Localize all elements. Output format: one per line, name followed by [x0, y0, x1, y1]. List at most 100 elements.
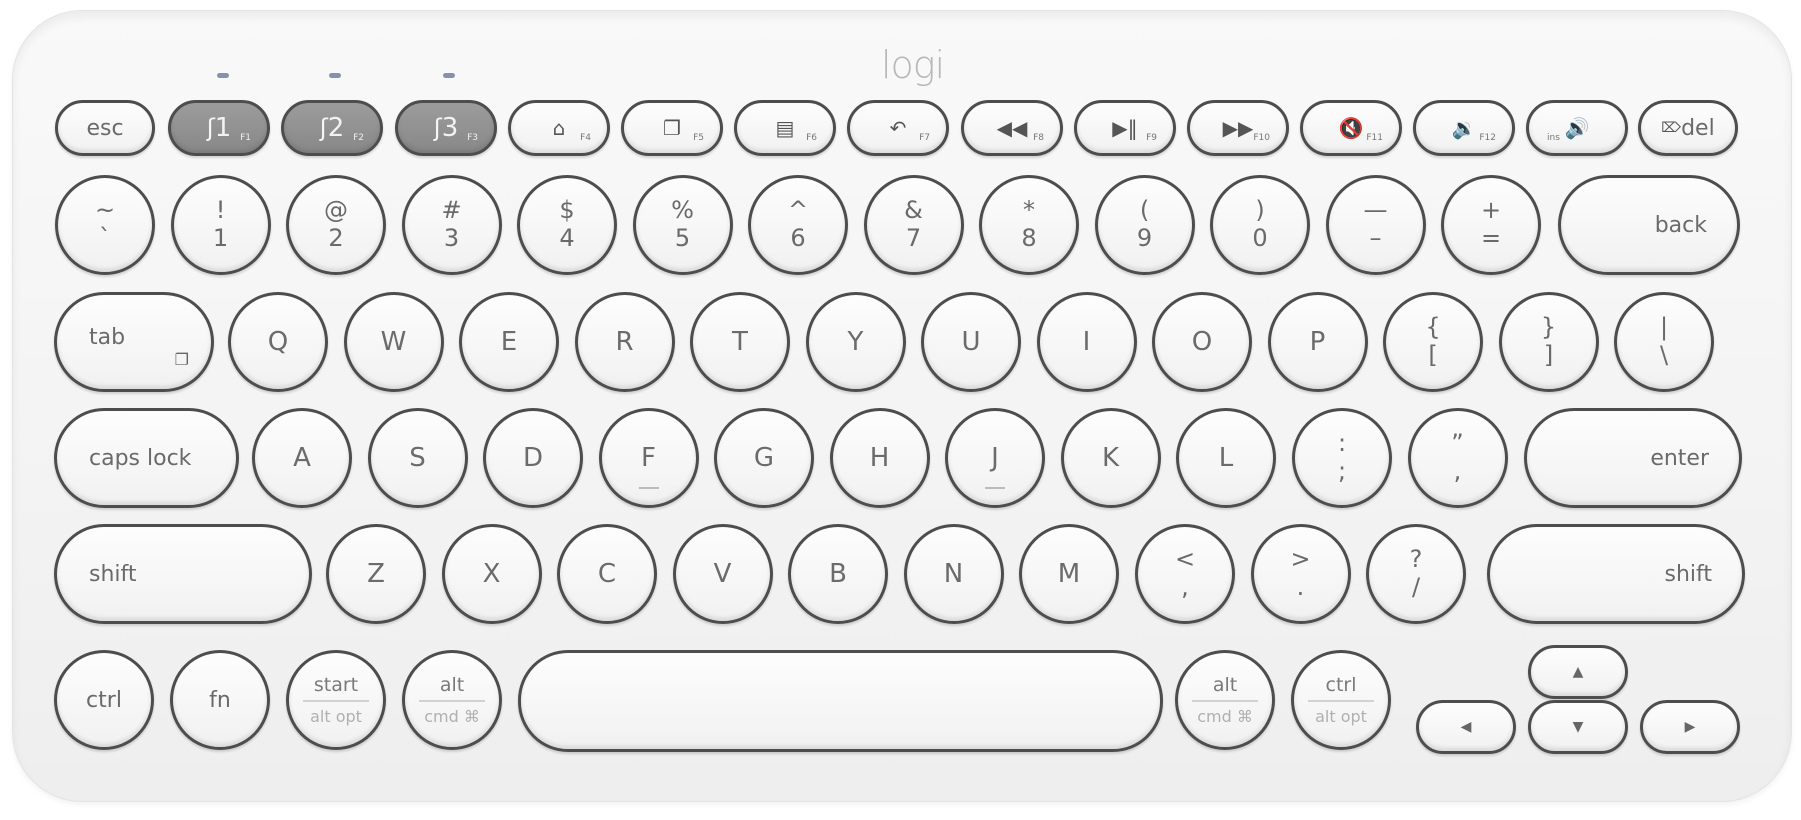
key-h[interactable]: H — [829, 408, 930, 508]
key-w[interactable]: W — [343, 292, 444, 392]
key-m[interactable]: M — [1019, 524, 1119, 624]
key-bottom-char: ] — [1543, 341, 1554, 369]
fn-sublabel: F10 — [1253, 133, 1270, 143]
key-secondary-label: alt opt — [310, 707, 362, 726]
spacebar[interactable] — [518, 650, 1163, 752]
key-1[interactable]: ! 1 — [170, 175, 271, 275]
key-label: fn — [209, 687, 231, 713]
arrow-left-key[interactable]: ◀ — [1416, 700, 1516, 754]
arrow-up-icon: ▲ — [1572, 664, 1584, 680]
key-u[interactable]: U — [921, 292, 1021, 392]
key-–[interactable]: — – — [1325, 175, 1426, 275]
key-secondary-label: cmd ⌘ — [1197, 707, 1253, 726]
arrow-right-icon: ▶ — [1684, 719, 1696, 735]
key-bracket-1[interactable]: }] — [1498, 292, 1599, 392]
f12-key[interactable]: 🔉 F12 — [1413, 100, 1515, 156]
key-6[interactable]: ^ 6 — [748, 175, 848, 275]
ins-key[interactable]: 🔊 ins — [1526, 100, 1628, 156]
fn-sublabel: F1 — [240, 133, 251, 143]
key-bracket-2[interactable]: | \ — [1614, 292, 1714, 392]
start-key[interactable]: start alt opt — [286, 650, 386, 750]
key-bracket-0[interactable]: {[ — [1383, 292, 1483, 392]
key-punct-1[interactable]: ”, — [1407, 408, 1508, 508]
key-2[interactable]: @2 — [286, 175, 386, 275]
f11-key[interactable]: 🔇 F11 — [1300, 100, 1402, 156]
key-0[interactable]: ) 0 — [1210, 175, 1310, 275]
key-7[interactable]: & 7 — [863, 175, 964, 275]
key-label: J — [991, 443, 999, 473]
fn-sublabel: F8 — [1033, 133, 1044, 143]
f6-key[interactable]: ▤ F6 — [734, 100, 836, 156]
arrow-down-key[interactable]: ▼ — [1528, 700, 1628, 754]
caps-lock-key[interactable]: caps lock — [54, 408, 239, 508]
key-`[interactable]: ~ ` — [55, 175, 155, 275]
tab-key[interactable]: tab ❐ — [54, 292, 214, 392]
key-n[interactable]: N — [903, 524, 1004, 624]
f8-key[interactable]: ◀◀ F8 — [961, 100, 1063, 156]
key-punct-b0[interactable]: <, — [1135, 524, 1235, 624]
key-r[interactable]: R — [574, 292, 675, 392]
key-o[interactable]: O — [1152, 292, 1252, 392]
right-alt-key[interactable]: alt cmd ⌘ — [1175, 650, 1275, 750]
bt2-key[interactable]: ʃ 2 F2 — [281, 100, 383, 156]
f10-key[interactable]: ▶▶ F10 — [1187, 100, 1289, 156]
key-8[interactable]: * 8 — [979, 175, 1079, 275]
key-g[interactable]: G — [714, 408, 814, 508]
home-bump — [638, 487, 659, 489]
left-shift-key[interactable]: shift — [54, 524, 312, 624]
right-ctrl-key[interactable]: ctrl alt opt — [1291, 650, 1391, 750]
key-d[interactable]: D — [483, 408, 583, 508]
key-y[interactable]: Y — [805, 292, 906, 392]
del-key[interactable]: ⌦ del — [1638, 100, 1738, 156]
key-l[interactable]: L — [1176, 408, 1276, 508]
key-9[interactable]: (9 — [1094, 175, 1195, 275]
key-5[interactable]: % 5 — [632, 175, 733, 275]
arrow-right-key[interactable]: ▶ — [1640, 700, 1740, 754]
backspace-key[interactable]: back — [1558, 175, 1740, 275]
key-punct-0[interactable]: :; — [1292, 408, 1392, 508]
key-top-char: $ — [559, 196, 575, 225]
bt3-key[interactable]: ʃ 3 F3 — [395, 100, 497, 156]
key-bottom-char: 7 — [905, 224, 922, 252]
enter-key[interactable]: enter — [1524, 408, 1742, 508]
key-top-char: # — [441, 196, 462, 225]
left-alt-key[interactable]: alt cmd ⌘ — [402, 650, 502, 750]
key-a[interactable]: A — [252, 408, 352, 508]
key-v[interactable]: V — [672, 524, 773, 624]
key-p[interactable]: P — [1267, 292, 1368, 392]
key-punct-b1[interactable]: >. — [1250, 524, 1351, 624]
f7-key[interactable]: ↶ F7 — [847, 100, 949, 156]
esc-key[interactable]: esc — [55, 100, 155, 156]
f5-key[interactable]: ❐ F5 — [621, 100, 723, 156]
fn-sublabel: F9 — [1146, 133, 1157, 143]
key-i[interactable]: I — [1036, 292, 1137, 392]
key-punct-b2[interactable]: ? / — [1366, 524, 1466, 624]
key-k[interactable]: K — [1060, 408, 1161, 508]
key-bottom-char: 3 — [443, 224, 460, 252]
f4-key[interactable]: ⌂ F4 — [508, 100, 610, 156]
key-label: shift — [1664, 561, 1712, 587]
fn-key[interactable]: fn — [170, 650, 270, 750]
key-b[interactable]: B — [788, 524, 888, 624]
arrow-up-key[interactable]: ▲ — [1528, 645, 1628, 699]
screenshot-icon: ❐ — [174, 350, 189, 369]
bt1-key[interactable]: ʃ 1 F1 — [168, 100, 270, 156]
key-x[interactable]: X — [441, 524, 542, 624]
f9-key[interactable]: ▶‖ F9 — [1074, 100, 1176, 156]
key-z[interactable]: Z — [326, 524, 426, 624]
right-shift-key[interactable]: shift — [1487, 524, 1745, 624]
fn-sublabel: F11 — [1366, 133, 1383, 143]
key-label: E — [500, 327, 518, 357]
key-4[interactable]: $4 — [517, 175, 617, 275]
key-e[interactable]: E — [459, 292, 559, 392]
key-c[interactable]: C — [557, 524, 657, 624]
key-3[interactable]: #3 — [401, 175, 502, 275]
key-f[interactable]: F — [598, 408, 699, 508]
key-q[interactable]: Q — [228, 292, 328, 392]
key-s[interactable]: S — [367, 408, 468, 508]
key-=[interactable]: + = — [1441, 175, 1541, 275]
ctrl-key[interactable]: ctrl — [54, 650, 154, 750]
key-t[interactable]: T — [690, 292, 790, 392]
key-j[interactable]: J — [945, 408, 1045, 508]
key-label: esc — [86, 115, 124, 141]
